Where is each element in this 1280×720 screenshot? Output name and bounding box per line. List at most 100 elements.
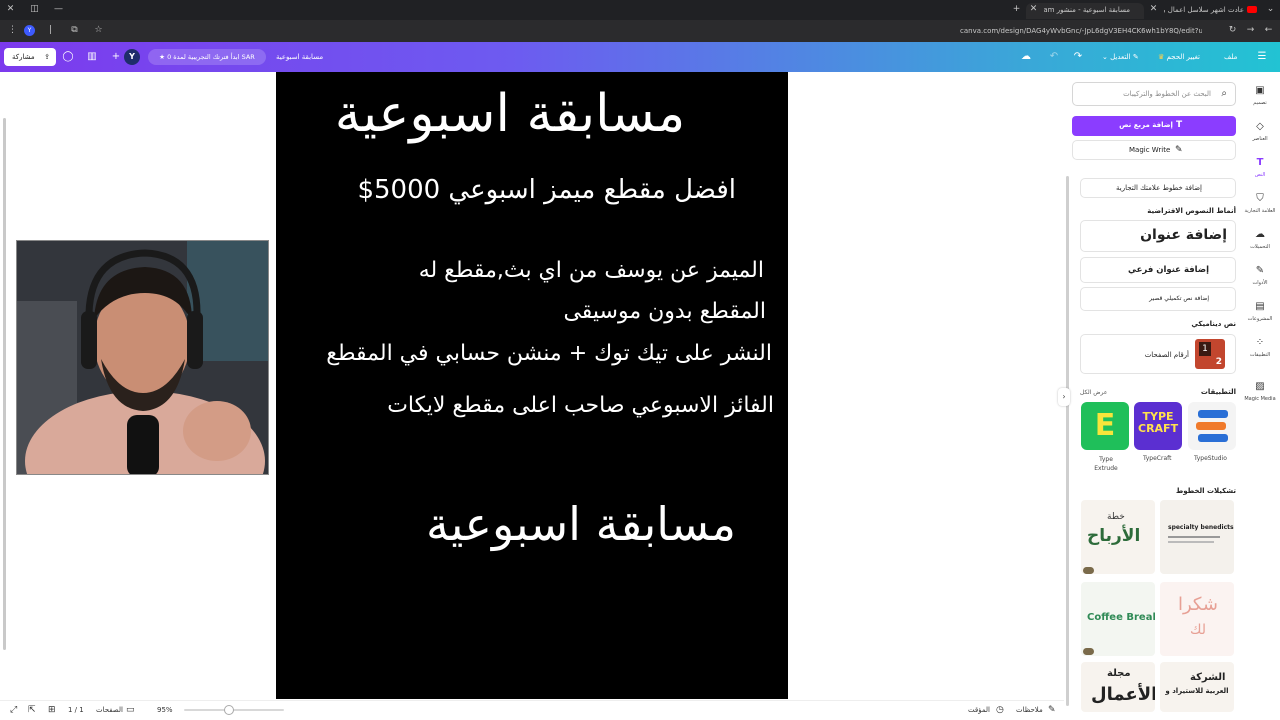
rail-label: المشروعات	[1247, 316, 1273, 322]
uploads-icon: ☁	[1255, 229, 1265, 240]
zoom-slider-track[interactable]	[184, 709, 284, 711]
edit-mode-button[interactable]: ⌄ التعديل ✎	[1102, 49, 1139, 65]
profile-avatar-icon[interactable]: Y	[24, 25, 35, 36]
close-window-icon[interactable]: ✕	[6, 5, 15, 14]
pencil-icon: ✎	[1132, 53, 1139, 61]
rail-tools[interactable]: ✎ الأدوات	[1240, 264, 1280, 286]
design-rule-1[interactable]: الميمز عن يوسف من اي بث,مقطع له	[336, 256, 764, 286]
cloud-saved-icon[interactable]: ☁	[1018, 49, 1034, 65]
pages-button[interactable]: الصفحات	[96, 706, 123, 714]
back-icon[interactable]: ←	[1264, 26, 1273, 35]
font-combo-text: شكرا	[1178, 594, 1218, 615]
rail-elements[interactable]: ◇ العناصر	[1240, 120, 1280, 142]
reload-icon[interactable]: ↻	[1228, 26, 1237, 35]
design-rule-3[interactable]: النشر على تيك توك + منشن حسابي في المقطع	[316, 339, 772, 369]
comment-icon[interactable]: ◯	[60, 49, 76, 65]
tab-close-icon[interactable]: ✕	[1149, 5, 1158, 14]
elements-icon: ◇	[1256, 121, 1264, 132]
share-button[interactable]: مشاركة ⇪	[4, 48, 56, 66]
add-textbox-button[interactable]: إضافة مربع نص T	[1072, 116, 1236, 136]
brand-fonts-button[interactable]: إضافة خطوط علامتك التجارية	[1080, 178, 1236, 198]
extensions-icon[interactable]: ⧉	[70, 26, 79, 35]
youtube-favicon-icon	[1247, 6, 1257, 13]
tab-canva[interactable]: مسابقة اسبوعية - منشور Instagram	[1026, 3, 1144, 19]
fullscreen-icon[interactable]: ⤢	[10, 705, 17, 715]
forward-icon[interactable]: →	[1246, 26, 1255, 35]
font-combo-text: الشركة	[1190, 672, 1226, 683]
rail-design[interactable]: ▣ تصميم	[1240, 84, 1280, 106]
font-search-input[interactable]: البحث عن الخطوط والتركيبات ⌕	[1072, 82, 1236, 106]
webcam-person-image	[17, 241, 268, 474]
font-combo-card[interactable]: شكرا لك	[1160, 582, 1234, 656]
rail-magic-media[interactable]: ▨ Magic Media	[1240, 380, 1280, 402]
typestudio-logo-icon	[1196, 410, 1228, 442]
insights-chart-icon[interactable]: ▥	[84, 49, 100, 65]
trial-button[interactable]: ★ ابدأ فترتك التجريبية لمدة 0 SAR	[148, 49, 266, 65]
rail-projects[interactable]: ▤ المشروعات	[1240, 300, 1280, 322]
timer-button[interactable]: المؤقت	[968, 706, 990, 714]
design-title-top[interactable]: مسابقة اسبوعية	[276, 82, 744, 146]
notes-button[interactable]: ملاحظات	[1016, 706, 1043, 714]
grid-view-icon[interactable]: ⊞	[48, 705, 56, 715]
magic-write-button[interactable]: Magic Write ✎	[1072, 140, 1236, 160]
url-text[interactable]: canva.com/design/DAG4yWvbGnc/-JpL6dgV3EH…	[960, 27, 1202, 35]
see-all-link[interactable]: عرض الكل	[1080, 389, 1107, 396]
design-page[interactable]: مسابقة اسبوعية افضل مقطع ميمز اسبوعي 500…	[276, 72, 788, 699]
design-title[interactable]: مسابقة اسبوعية	[276, 49, 323, 65]
font-combo-fineprint	[1168, 536, 1220, 538]
page-numbers-label: أرقام الصفحات	[1144, 351, 1189, 359]
user-avatar[interactable]: Y	[124, 49, 140, 65]
app-type-extrude[interactable]: E	[1081, 402, 1129, 450]
menu-dots-icon[interactable]: ⋮	[8, 26, 17, 35]
restore-window-icon[interactable]: ◫	[30, 5, 39, 14]
resize-button[interactable]: ♛ تغيير الحجم	[1158, 49, 1200, 65]
minimize-window-icon[interactable]: —	[54, 5, 63, 14]
font-combo-card[interactable]: خطة الأرباح	[1081, 500, 1155, 574]
collapse-panel-button[interactable]: ›	[1058, 388, 1070, 406]
app-typestudio[interactable]	[1188, 402, 1236, 450]
rail-text[interactable]: T النص	[1240, 156, 1280, 178]
rail-brand[interactable]: ⛉ العلامة التجارية	[1240, 192, 1280, 214]
hamburger-menu-icon[interactable]: ☰	[1254, 49, 1270, 65]
font-combo-card[interactable]: specialty benedicts	[1160, 500, 1234, 574]
font-combo-card[interactable]: Coffee Break	[1081, 582, 1155, 656]
font-combo-text: الأرباح	[1087, 526, 1141, 546]
share-label: مشاركة	[12, 53, 35, 61]
expand-icon[interactable]: ⇱	[28, 705, 36, 715]
new-tab-icon[interactable]: +	[1012, 5, 1021, 14]
redo-icon[interactable]: ↷	[1070, 49, 1086, 65]
font-combo-card[interactable]: الشركة العربية للاستيراد و	[1160, 662, 1234, 712]
app-typecraft[interactable]: TYPE CRAFT	[1134, 402, 1182, 450]
add-body-button[interactable]: إضافة نص تكميلي قصير	[1080, 287, 1236, 311]
zoom-slider-handle[interactable]	[224, 705, 234, 715]
tab-title: عادت اشهر سلاسل اعمال بلوز !!	[1164, 6, 1244, 14]
design-title-bottom[interactable]: مسابقة اسبوعية	[276, 494, 736, 554]
workspace-scrollbar[interactable]	[3, 118, 6, 650]
star-icon: ★	[159, 53, 165, 61]
rail-uploads[interactable]: ☁ التحميلات	[1240, 228, 1280, 250]
font-combo-text: specialty benedicts	[1168, 524, 1234, 531]
undo-icon[interactable]: ↶	[1046, 49, 1062, 65]
projects-icon: ▤	[1255, 301, 1265, 312]
add-subheading-button[interactable]: إضافة عنوان فرعي	[1080, 257, 1236, 283]
timer-icon: ◷	[996, 705, 1004, 715]
page-numbers-button[interactable]: أرقام الصفحات 1 2	[1080, 334, 1236, 374]
font-combo-card[interactable]: مجلة الأعمال	[1081, 662, 1155, 712]
file-menu-button[interactable]: ملف	[1224, 49, 1237, 65]
add-collaborator-icon[interactable]: +	[108, 49, 124, 65]
add-heading-button[interactable]: إضافة عنوان	[1080, 220, 1236, 252]
magic-wand-icon: ✎	[1175, 145, 1183, 155]
design-subtitle[interactable]: افضل مقطع ميمز اسبوعي 5000$	[336, 172, 736, 208]
tab-close-icon[interactable]: ✕	[1029, 5, 1038, 14]
zoom-level[interactable]: 95%	[157, 706, 173, 714]
font-combo-fineprint	[1168, 541, 1214, 543]
rail-apps[interactable]: ⁘ التطبيقات	[1240, 336, 1280, 358]
design-rule-2[interactable]: المقطع بدون موسيقى	[336, 297, 766, 327]
tab-search-icon[interactable]: ⌄	[1266, 5, 1275, 14]
font-combo-text: لك	[1190, 622, 1207, 638]
design-rule-4[interactable]: الفائز الاسبوعي صاحب اعلى مقطع لايكات	[336, 391, 774, 421]
panel-scrollbar[interactable]	[1066, 176, 1069, 706]
tab-youtube[interactable]: عادت اشهر سلاسل اعمال بلوز !!	[1146, 3, 1256, 19]
bookmark-star-icon[interactable]: ☆	[94, 26, 103, 35]
typecraft-logo-icon: TYPE CRAFT	[1138, 410, 1179, 435]
